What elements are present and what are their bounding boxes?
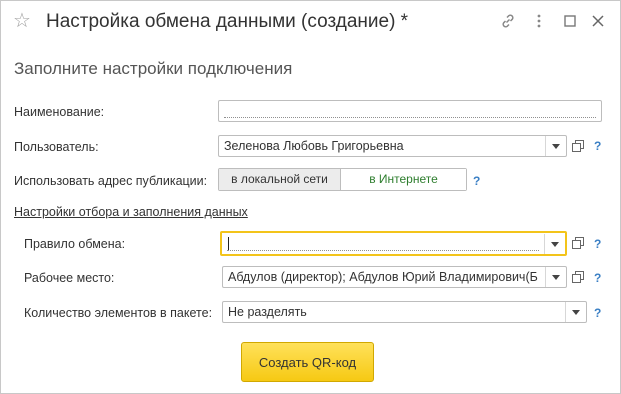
- chevron-down-icon[interactable]: [565, 302, 586, 322]
- publication-label: Использовать адрес публикации:: [14, 174, 208, 188]
- open-icon[interactable]: [568, 232, 588, 254]
- batch-select[interactable]: Не разделять: [222, 301, 587, 323]
- title-bar: ☆ Настройка обмена данными (создание) *: [1, 1, 620, 41]
- help-icon[interactable]: ?: [594, 271, 601, 285]
- more-icon[interactable]: [529, 11, 549, 31]
- open-icon[interactable]: [568, 266, 588, 288]
- user-label: Пользователь:: [14, 140, 99, 154]
- create-qr-code-button[interactable]: Создать QR-код: [241, 342, 374, 382]
- help-icon[interactable]: ?: [473, 174, 480, 188]
- chevron-down-icon[interactable]: [545, 267, 566, 287]
- workplace-value: Абдулов (директор); Абдулов Юрий Владими…: [228, 270, 538, 284]
- chevron-down-icon[interactable]: [545, 136, 566, 156]
- help-icon[interactable]: ?: [594, 306, 601, 320]
- workplace-label: Рабочее место:: [24, 271, 115, 285]
- exchange-rule-label: Правило обмена:: [24, 237, 126, 251]
- text-cursor: [228, 237, 229, 251]
- help-icon[interactable]: ?: [594, 139, 601, 153]
- window-title: Настройка обмена данными (создание) *: [46, 11, 409, 32]
- chevron-down-icon[interactable]: [544, 234, 565, 254]
- dialog-window: ☆ Настройка обмена данными (создание) * …: [0, 0, 621, 394]
- workplace-field[interactable]: Абдулов (директор); Абдулов Юрий Владими…: [222, 266, 567, 288]
- toggle-option-local[interactable]: в локальной сети: [219, 169, 341, 190]
- help-icon[interactable]: ?: [594, 237, 601, 251]
- batch-value: Не разделять: [228, 305, 307, 319]
- close-icon[interactable]: [588, 11, 608, 31]
- toggle-option-internet[interactable]: в Интернете: [341, 169, 466, 190]
- publication-toggle[interactable]: в локальной сети в Интернете: [218, 168, 467, 191]
- open-icon[interactable]: [568, 135, 588, 157]
- batch-label: Количество элементов в пакете:: [24, 306, 213, 320]
- form-subtitle: Заполните настройки подключения: [14, 59, 293, 78]
- exchange-rule-field[interactable]: [220, 231, 567, 256]
- user-field[interactable]: Зеленова Любовь Григорьевна: [218, 135, 567, 157]
- section-title: Настройки отбора и заполнения данных: [14, 205, 248, 219]
- star-icon[interactable]: ☆: [13, 10, 31, 32]
- maximize-icon[interactable]: [560, 11, 580, 31]
- name-label: Наименование:: [14, 105, 105, 119]
- user-value: Зеленова Любовь Григорьевна: [224, 139, 404, 153]
- name-field[interactable]: [218, 100, 602, 122]
- link-icon[interactable]: [498, 11, 518, 31]
